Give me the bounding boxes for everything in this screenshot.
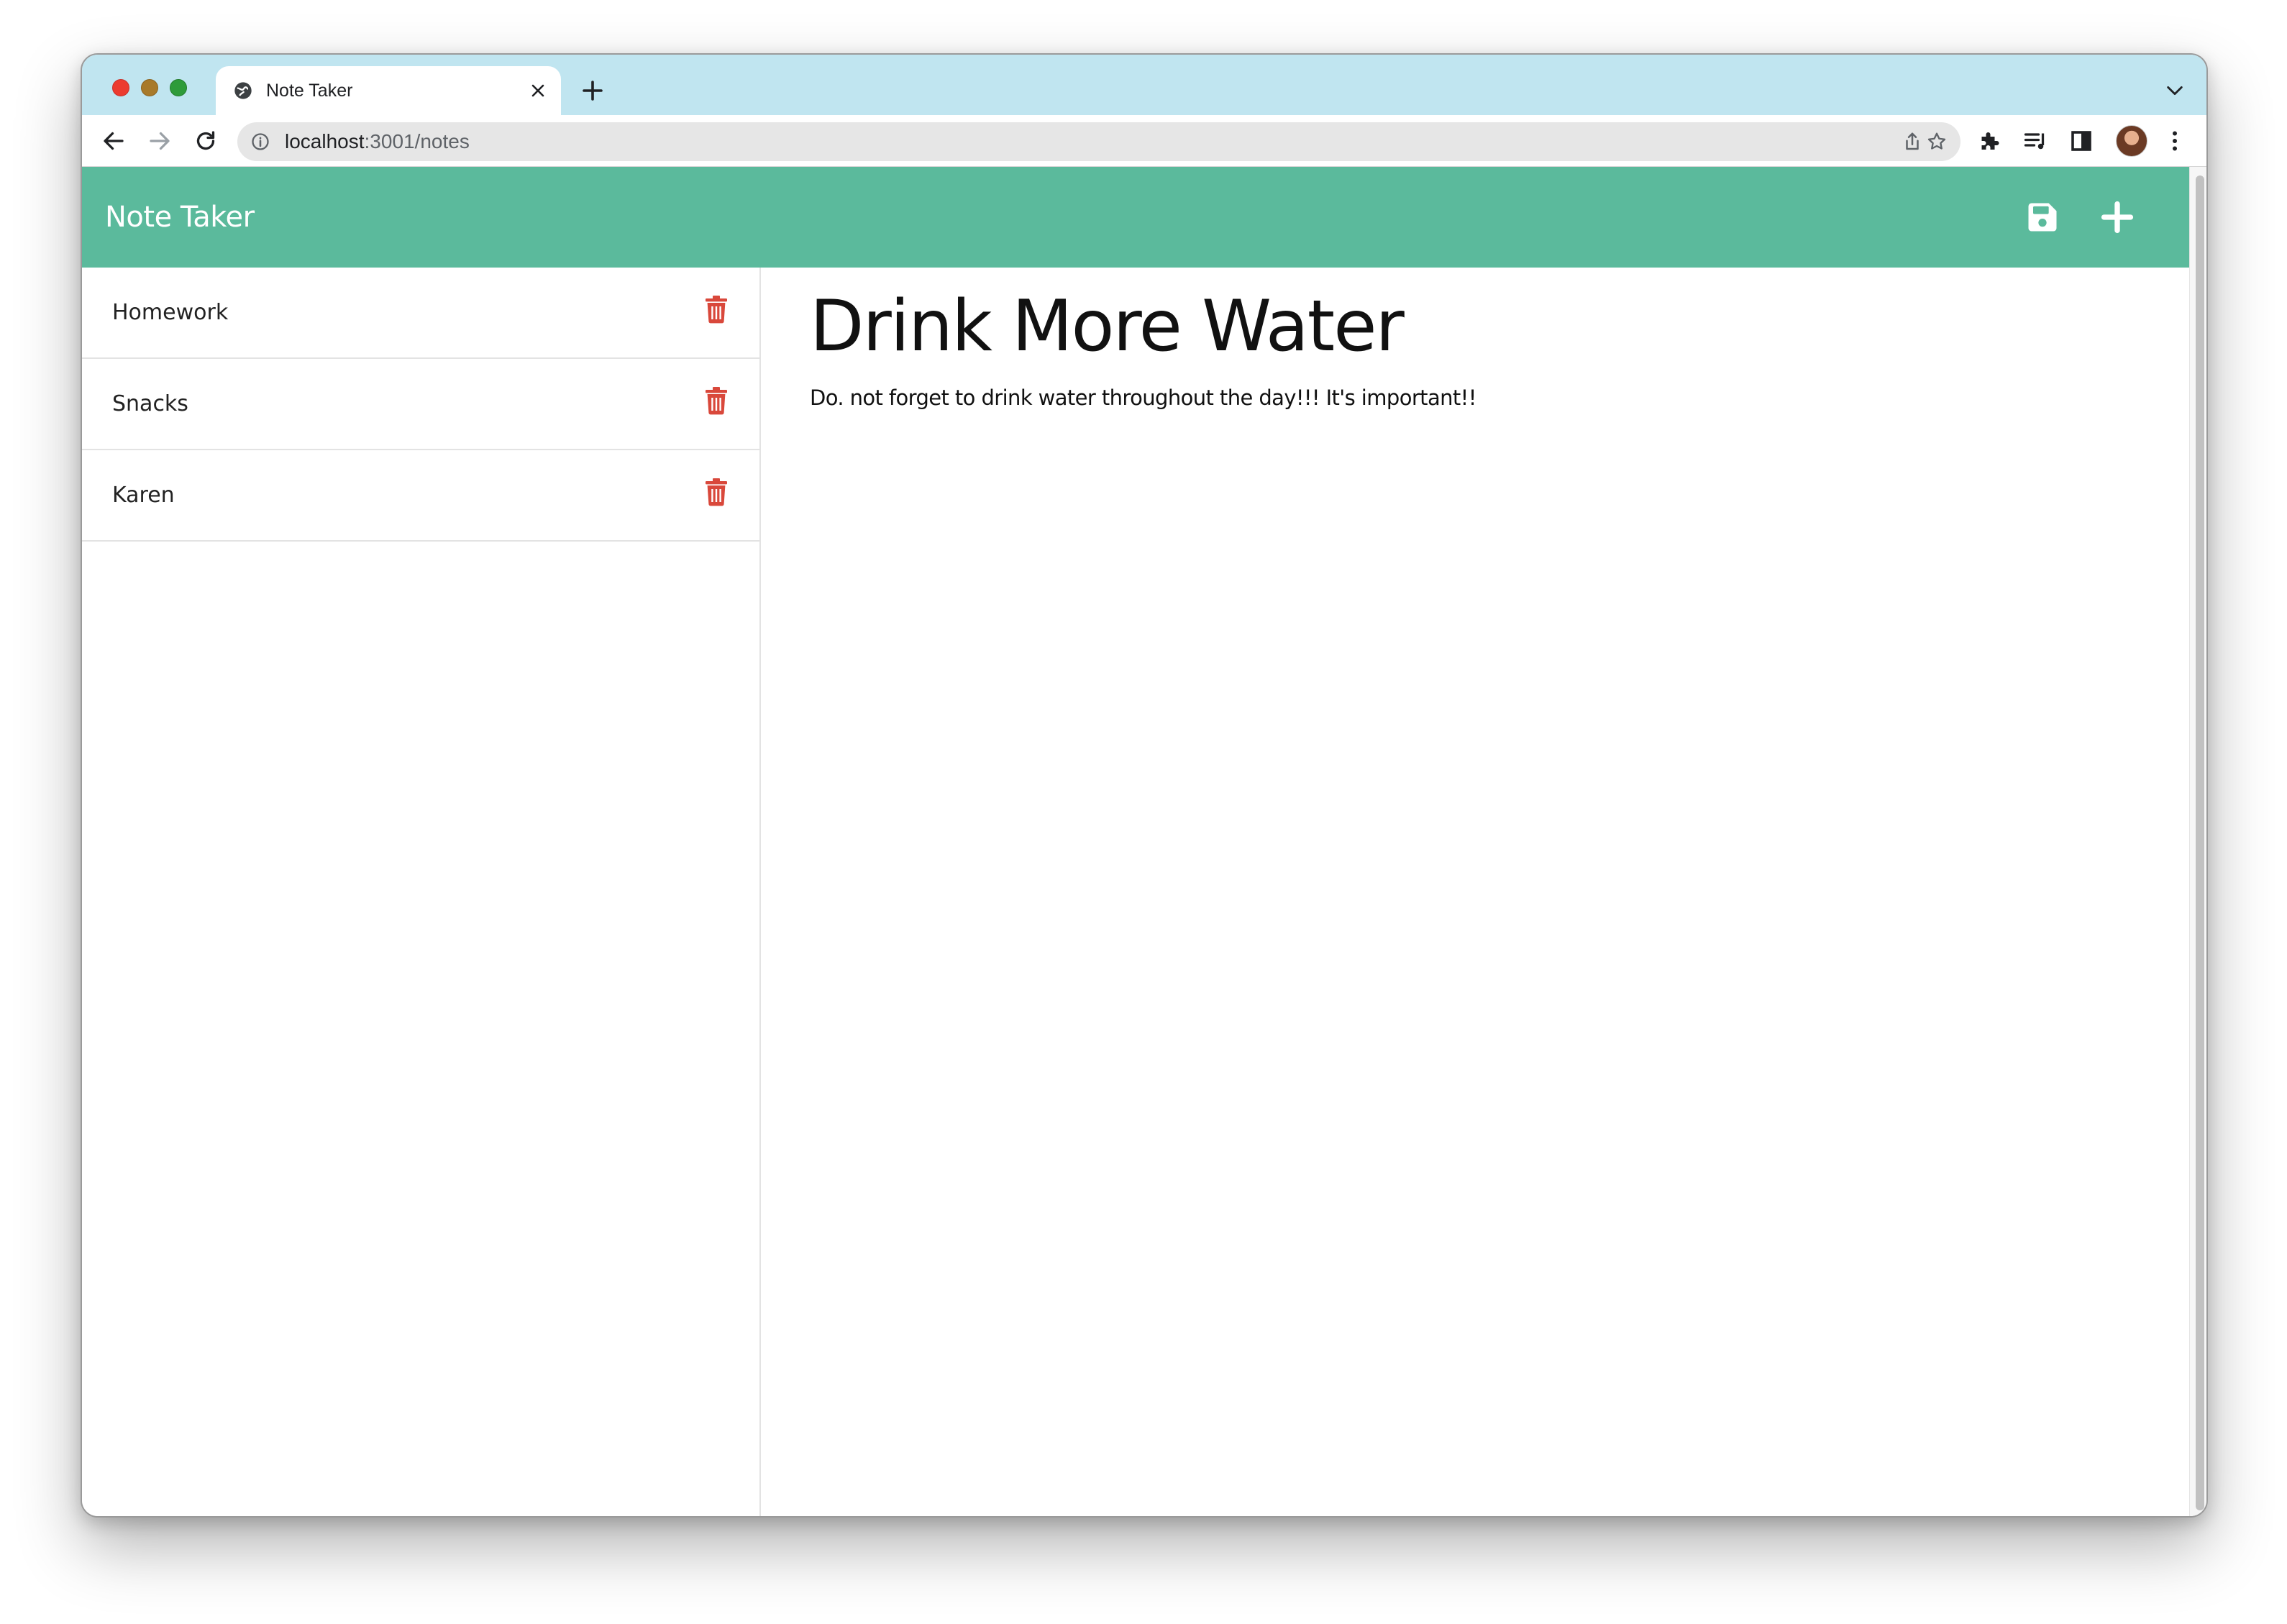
app-navbar: Note Taker: [82, 167, 2189, 268]
forward-arrow-icon[interactable]: [147, 128, 173, 154]
note-text[interactable]: Do. not forget to drink water throughout…: [810, 384, 1476, 411]
back-arrow-icon[interactable]: [101, 128, 127, 154]
app-brand[interactable]: Note Taker: [105, 200, 255, 234]
tab-title: Note Taker: [266, 81, 353, 101]
reload-icon[interactable]: [193, 128, 219, 154]
note-item-title[interactable]: Snacks: [112, 391, 188, 418]
save-icon[interactable]: [2024, 199, 2061, 236]
side-panel-icon[interactable]: [2068, 128, 2094, 154]
note-item-title[interactable]: Homework: [112, 299, 228, 327]
info-icon[interactable]: [250, 132, 270, 152]
browser-tab[interactable]: Note Taker: [216, 66, 561, 115]
browser-toolbar: localhost:3001/notes: [82, 115, 2206, 167]
scrollbar[interactable]: [2189, 167, 2206, 1516]
note-list-item[interactable]: Karen: [82, 450, 759, 542]
share-icon[interactable]: [1902, 131, 1923, 152]
minimize-window-button[interactable]: [141, 79, 158, 96]
browser-window: Note Taker localhost:3001/notes Note Tak…: [81, 53, 2208, 1518]
note-editor: Drink More Water Do. not forget to drink…: [762, 268, 2189, 1516]
trash-icon[interactable]: [705, 386, 728, 415]
close-icon[interactable]: [528, 81, 548, 101]
chevron-down-icon[interactable]: [2165, 82, 2185, 99]
maximize-window-button[interactable]: [170, 79, 187, 96]
globe-icon: [234, 82, 252, 99]
page-viewport: Note Taker Homework Snacks Karen Drink M…: [82, 167, 2189, 1516]
media-queue-icon[interactable]: [2022, 128, 2048, 154]
note-item-title[interactable]: Karen: [112, 482, 175, 509]
trash-icon[interactable]: [705, 478, 728, 506]
tab-strip: Note Taker: [82, 55, 2206, 115]
note-list-item[interactable]: Snacks: [82, 359, 759, 450]
url-path: :3001/notes: [364, 130, 470, 152]
notes-list: Homework Snacks Karen: [82, 268, 761, 1516]
note-list-item[interactable]: Homework: [82, 268, 759, 359]
bookmark-star-icon[interactable]: [1926, 131, 1948, 152]
note-title[interactable]: Drink More Water: [810, 283, 1405, 370]
url-text[interactable]: localhost:3001/notes: [285, 130, 470, 153]
scrollbar-thumb[interactable]: [2196, 175, 2204, 1510]
close-window-button[interactable]: [112, 79, 129, 96]
trash-icon[interactable]: [705, 295, 728, 324]
profile-avatar[interactable]: [2116, 125, 2147, 157]
address-bar[interactable]: localhost:3001/notes: [237, 122, 1960, 161]
new-tab-icon[interactable]: [580, 78, 606, 104]
plus-icon[interactable]: [2099, 199, 2136, 236]
url-host: localhost: [285, 130, 365, 152]
extensions-puzzle-icon[interactable]: [1976, 128, 2002, 154]
more-menu-icon[interactable]: [2162, 128, 2188, 154]
